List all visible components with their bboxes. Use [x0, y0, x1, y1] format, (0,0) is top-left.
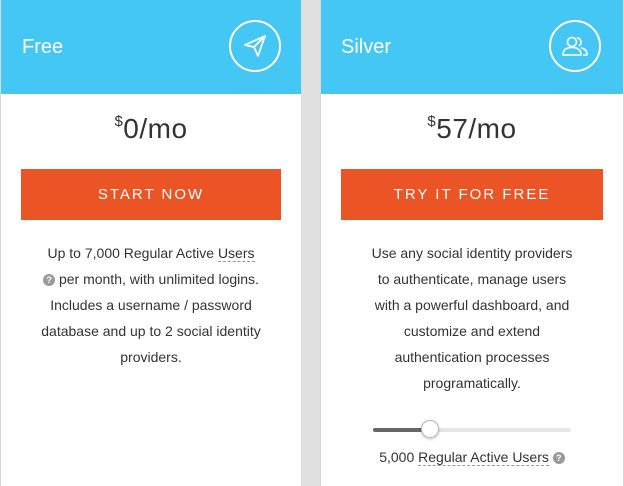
users-term[interactable]: Regular Active Users [418, 449, 549, 466]
plan-price: $57/mo [321, 113, 623, 145]
price-value: 57/mo [436, 113, 517, 144]
paper-plane-icon [229, 20, 281, 72]
plan-name: Free [22, 36, 64, 58]
plan-header: Silver [321, 0, 623, 94]
help-icon[interactable]: ? [43, 274, 56, 286]
try-it-for-free-button[interactable]: TRY IT FOR FREE [341, 169, 603, 220]
price-value: 0/mo [123, 113, 188, 144]
slider-thumb[interactable] [421, 420, 439, 438]
plan-card-free: Free $0/mo START NOW Up to 7,000 Regular… [0, 0, 302, 486]
price-currency: $ [427, 113, 437, 130]
users-term[interactable]: Users [217, 245, 255, 262]
plan-card-silver: Silver $57/mo TRY IT FOR FREE Use any so… [320, 0, 624, 486]
plan-header: Free [1, 0, 301, 94]
active-users-label: 5,000 Regular Active Users ? [321, 449, 623, 466]
help-icon[interactable]: ? [552, 452, 565, 464]
plan-description: Use any social identity providers to aut… [371, 245, 573, 391]
users-icon [549, 20, 601, 72]
plan-description: Up to 7,000 Regular Active Users ? per m… [41, 245, 261, 365]
plan-price: $0/mo [1, 113, 301, 145]
price-currency: $ [114, 113, 124, 130]
start-now-button[interactable]: START NOW [21, 169, 281, 220]
users-slider[interactable] [373, 420, 571, 438]
plan-name: Silver [341, 36, 392, 58]
